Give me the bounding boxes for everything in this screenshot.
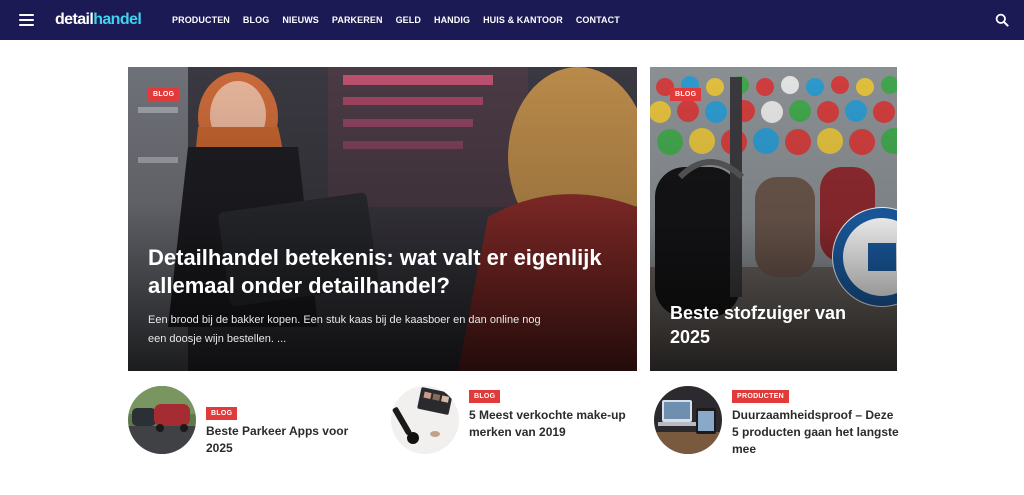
post-item[interactable]: PRODUCTEN Duurzaamheidsproof – Deze 5 pr…	[654, 386, 906, 458]
post-thumbnail[interactable]	[391, 386, 459, 454]
nav-item-geld[interactable]: GELD	[396, 14, 421, 26]
nav-item-producten[interactable]: PRODUCTEN	[172, 14, 230, 26]
category-badge[interactable]: BLOG	[670, 88, 702, 101]
post-title[interactable]: 5 Meest verkochte make-up merken van 201…	[469, 407, 639, 441]
category-badge[interactable]: BLOG	[469, 390, 501, 403]
nav-item-blog[interactable]: BLOG	[243, 14, 269, 26]
post-thumbnail[interactable]	[654, 386, 722, 454]
hamburger-menu-icon[interactable]	[19, 14, 34, 26]
nav-item-parkeren[interactable]: PARKEREN	[332, 14, 383, 26]
post-item[interactable]: BLOG Beste Parkeer Apps voor 2025	[128, 386, 380, 458]
post-title[interactable]: Beste Parkeer Apps voor 2025	[206, 423, 376, 457]
site-logo[interactable]: detailhandel	[55, 10, 142, 30]
side-post-title[interactable]: Beste stofzuiger van 2025	[670, 301, 885, 349]
featured-post-main[interactable]: BLOG Detailhandel betekenis: wat valt er…	[128, 67, 637, 371]
post-thumbnail[interactable]	[128, 386, 196, 454]
logo-text-detail: detail	[55, 11, 94, 28]
post-item[interactable]: BLOG 5 Meest verkochte make-up merken va…	[391, 386, 643, 458]
featured-post-excerpt: Een brood bij de bakker kopen. Een stuk …	[148, 314, 541, 345]
top-navbar: detailhandel PRODUCTEN BLOG NIEUWS PARKE…	[0, 0, 1024, 40]
category-badge[interactable]: BLOG	[148, 88, 180, 101]
nav-item-handig[interactable]: HANDIG	[434, 14, 470, 26]
category-badge[interactable]: BLOG	[206, 407, 238, 420]
nav-item-nieuws[interactable]: NIEUWS	[282, 14, 319, 26]
featured-post-side[interactable]: BLOG Beste stofzuiger van 2025	[650, 67, 897, 371]
nav-item-huis-kantoor[interactable]: HUIS & KANTOOR	[483, 14, 563, 26]
main-nav: PRODUCTEN BLOG NIEUWS PARKEREN GELD HAND…	[172, 14, 633, 26]
search-icon[interactable]	[995, 13, 1009, 27]
nav-item-contact[interactable]: CONTACT	[576, 14, 620, 26]
post-title[interactable]: Duurzaamheidsproof – Deze 5 producten ga…	[732, 407, 902, 458]
logo-text-handel: handel	[93, 11, 142, 28]
featured-post-title[interactable]: Detailhandel betekenis: wat valt er eige…	[148, 244, 608, 300]
category-badge[interactable]: PRODUCTEN	[732, 390, 790, 403]
